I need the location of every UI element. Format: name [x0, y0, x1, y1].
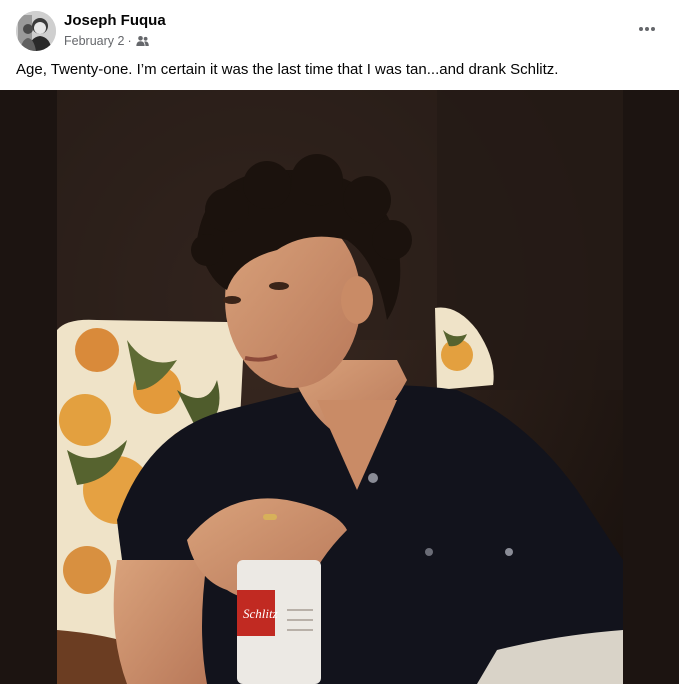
post-card: Joseph Fuqua February 2 · Age, Twenty-on…: [0, 0, 679, 684]
more-options-icon: [639, 27, 655, 31]
author-avatar[interactable]: [16, 11, 56, 51]
can-label: Schlitz: [243, 606, 278, 621]
post-header: Joseph Fuqua February 2 ·: [0, 0, 679, 56]
post-caption: Age, Twenty-one. I’m certain it was the …: [16, 61, 559, 78]
more-options-button[interactable]: [629, 14, 665, 44]
post-date[interactable]: February 2: [64, 34, 124, 48]
avatar-image: [16, 11, 56, 51]
post-meta: February 2 ·: [64, 34, 149, 48]
meta-separator: ·: [127, 34, 132, 48]
photo-container: Schlitz: [0, 90, 679, 684]
author-name[interactable]: Joseph Fuqua: [64, 12, 166, 29]
friends-icon[interactable]: [135, 35, 149, 47]
post-photo[interactable]: Schlitz: [57, 90, 623, 684]
